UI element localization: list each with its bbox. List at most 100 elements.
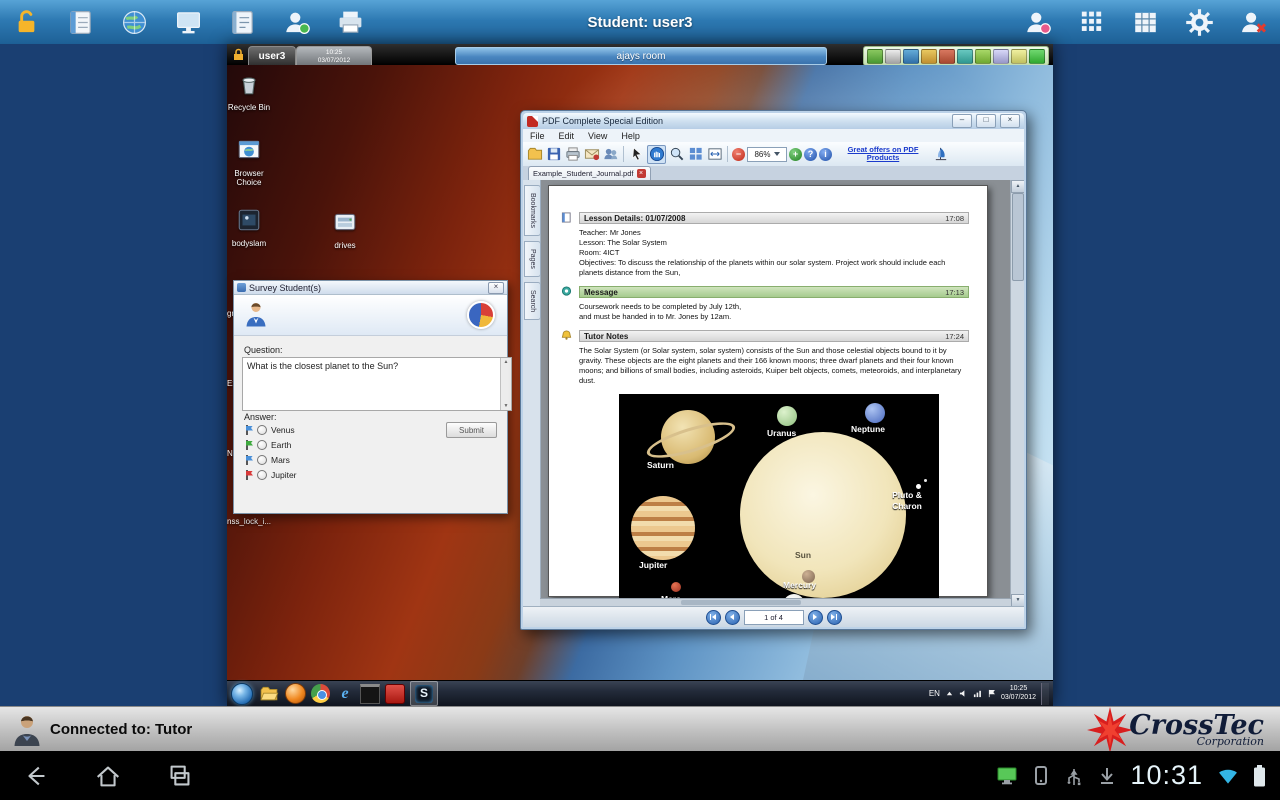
page-indicator[interactable]: 1 of 4 <box>744 610 804 625</box>
offer-link[interactable]: Great offers on PDF Products <box>836 146 930 163</box>
notes-icon[interactable] <box>226 6 259 39</box>
user-pink-icon[interactable] <box>1021 6 1054 39</box>
chat-icon[interactable] <box>939 49 955 64</box>
next-page-button[interactable] <box>808 610 823 625</box>
first-page-button[interactable] <box>706 610 721 625</box>
radio-button[interactable] <box>257 440 267 450</box>
previous-page-button[interactable] <box>725 610 740 625</box>
page-grid-icon[interactable] <box>687 146 704 163</box>
maximize-icon[interactable] <box>976 114 996 128</box>
answer-option-venus[interactable]: Venus <box>246 424 295 436</box>
explorer-folder-icon[interactable] <box>258 683 280 705</box>
show-desktop-button[interactable] <box>1041 683 1049 705</box>
apps-icon[interactable] <box>975 49 991 64</box>
dialpad-icon[interactable] <box>1075 6 1108 39</box>
media-player-icon[interactable] <box>285 683 306 704</box>
menu-help[interactable]: Help <box>614 131 647 141</box>
desktop-icon-recycle-bin[interactable]: Recycle Bin <box>227 71 277 112</box>
session-time-tab[interactable]: 10:25 03/07/2012 <box>296 46 372 66</box>
menu-view[interactable]: View <box>581 131 614 141</box>
briefcase-icon[interactable] <box>921 49 937 64</box>
settings-gear-icon[interactable] <box>1183 6 1216 39</box>
language-indicator[interactable]: EN <box>929 689 940 698</box>
spreadsheet-icon[interactable] <box>1129 6 1162 39</box>
close-tab-icon[interactable] <box>637 169 646 178</box>
pdf-titlebar[interactable]: PDF Complete Special Edition <box>523 113 1024 129</box>
pdf-app-icon <box>527 116 538 127</box>
zoom-level-select[interactable]: 86% <box>747 147 787 162</box>
minimize-icon[interactable] <box>952 114 972 128</box>
desktop-icon-browser-choice[interactable]: Browser Choice <box>227 137 277 187</box>
black-app-icon[interactable] <box>360 684 380 704</box>
save-icon[interactable] <box>545 146 562 163</box>
scroll-up-icon[interactable]: ▲ <box>1011 180 1024 193</box>
window-icon[interactable] <box>993 49 1009 64</box>
start-button[interactable] <box>231 683 253 705</box>
help-icon[interactable] <box>804 148 817 161</box>
question-scrollbar[interactable]: ▲▼ <box>500 358 511 410</box>
back-button[interactable] <box>0 751 72 800</box>
scrollbar-thumb[interactable] <box>681 600 801 605</box>
section-body: The Solar System (or Solar system, solar… <box>579 346 969 386</box>
action-center-flag-icon[interactable] <box>987 689 996 698</box>
netsupport-red-icon[interactable] <box>385 684 405 704</box>
last-page-button[interactable] <box>827 610 842 625</box>
chart-icon[interactable] <box>867 49 883 64</box>
recent-apps-button[interactable] <box>144 751 216 800</box>
session-user-tab[interactable]: user3 <box>248 46 296 66</box>
power-icon[interactable] <box>1029 49 1045 64</box>
monitor-icon[interactable] <box>903 49 919 64</box>
users-icon[interactable] <box>602 146 619 163</box>
unlock-icon[interactable] <box>10 6 43 39</box>
menu-edit[interactable]: Edit <box>552 131 582 141</box>
scrollbar-thumb[interactable] <box>1012 193 1024 281</box>
close-icon[interactable] <box>488 282 504 294</box>
answer-option-mars[interactable]: Mars <box>246 454 290 466</box>
info-icon[interactable] <box>819 148 832 161</box>
tab-pages[interactable]: Pages <box>524 241 541 277</box>
user-disconnect-icon[interactable] <box>1237 6 1270 39</box>
monitor-icon[interactable] <box>172 6 205 39</box>
zoom-out-icon[interactable] <box>732 148 745 161</box>
pan-tool-icon[interactable] <box>647 145 666 164</box>
answer-option-jupiter[interactable]: Jupiter <box>246 469 297 481</box>
home-button[interactable] <box>72 751 144 800</box>
survey-titlebar[interactable]: Survey Student(s) <box>234 281 507 295</box>
desktop-icon-partial-label[interactable]: N <box>227 449 233 458</box>
fit-width-icon[interactable] <box>706 146 723 163</box>
document-tab[interactable]: Example_Student_Journal.pdf <box>528 166 651 180</box>
printer-icon[interactable] <box>334 6 367 39</box>
network-icon[interactable] <box>973 689 982 698</box>
volume-icon[interactable] <box>959 689 968 698</box>
tab-search[interactable]: Search <box>524 282 541 320</box>
tray-chevron-icon[interactable] <box>945 689 954 698</box>
desktop-icon-bodyslam[interactable]: bodyslam <box>227 207 277 248</box>
menu-file[interactable]: File <box>523 131 552 141</box>
user-chat-icon[interactable] <box>280 6 313 39</box>
open-folder-icon[interactable] <box>526 146 543 163</box>
radio-button[interactable] <box>257 455 267 465</box>
close-icon[interactable] <box>1000 114 1020 128</box>
print-icon[interactable] <box>564 146 581 163</box>
radio-button[interactable] <box>257 425 267 435</box>
select-arrow-icon[interactable] <box>628 146 645 163</box>
desktop-icon-drives[interactable]: drives <box>317 209 373 250</box>
screen-icon[interactable] <box>957 49 973 64</box>
image-icon[interactable] <box>885 49 901 64</box>
internet-explorer-icon[interactable] <box>335 684 355 704</box>
desktop-icon-partial-label[interactable]: nss_lock_i... <box>227 517 271 526</box>
submit-button[interactable]: Submit <box>446 422 497 438</box>
zoom-in-icon[interactable] <box>789 148 802 161</box>
chrome-icon[interactable] <box>311 684 330 703</box>
zoom-tool-icon[interactable] <box>668 146 685 163</box>
vertical-scrollbar[interactable]: ▲ ▼ <box>1010 180 1024 607</box>
active-app-slot[interactable] <box>410 681 438 706</box>
journal-icon[interactable] <box>64 6 97 39</box>
taskbar-clock[interactable]: 10:25 03/07/2012 <box>1001 685 1036 702</box>
globe-icon[interactable] <box>118 6 151 39</box>
email-icon[interactable] <box>583 146 600 163</box>
tab-bookmarks[interactable]: Bookmarks <box>524 185 541 236</box>
battery-icon[interactable] <box>1011 49 1027 64</box>
answer-option-earth[interactable]: Earth <box>246 439 291 451</box>
radio-button[interactable] <box>257 470 267 480</box>
